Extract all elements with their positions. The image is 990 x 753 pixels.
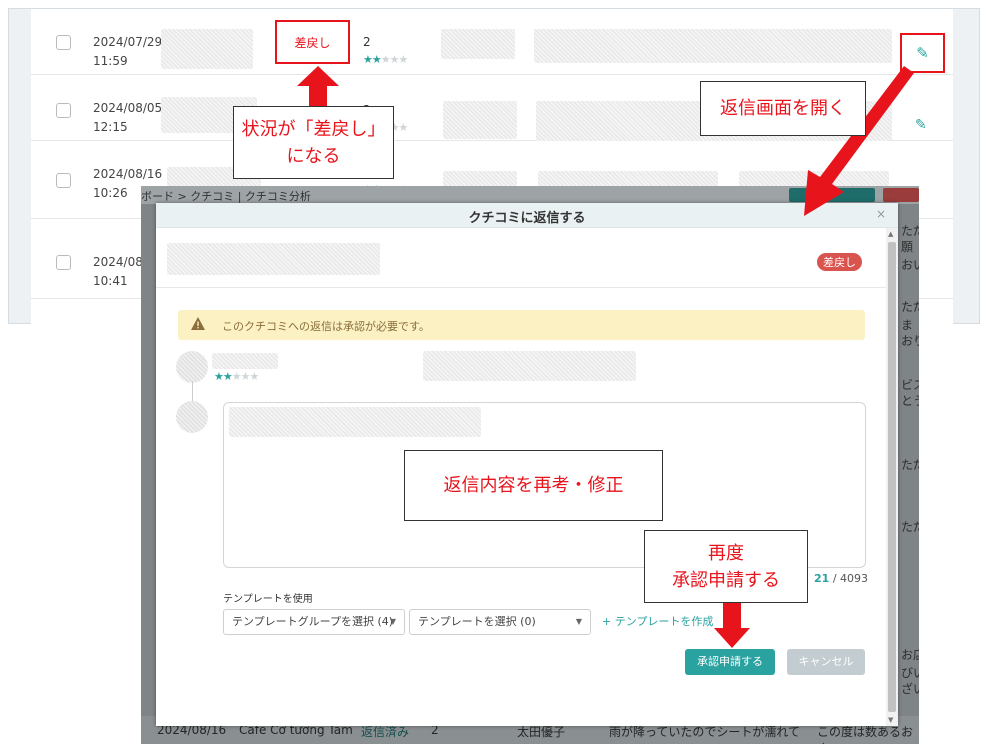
up-arrow-icon <box>297 66 339 108</box>
note-line: 承認申請する <box>672 569 780 591</box>
create-template-link[interactable]: + テンプレートを作成 <box>602 613 713 629</box>
approval-warning: このクチコミへの返信は承認が必要です。 <box>178 310 865 340</box>
row-checkbox[interactable] <box>56 173 71 188</box>
date-text: 2024/07/29 <box>93 35 163 49</box>
cancel-button[interactable]: キャンセル <box>787 649 865 675</box>
status-text: 差戻し <box>294 35 331 50</box>
bg-text: おり <box>901 334 919 348</box>
breadcrumb: ボード > クチコミ | クチコミ分析 <box>141 190 311 203</box>
bg-text: おい <box>901 258 919 272</box>
redacted-store-name <box>167 243 380 275</box>
review-date: 2024/07/29 11:59 <box>93 33 162 71</box>
redacted-comment <box>534 29 892 63</box>
date-text: 2024/08/16 <box>93 167 163 181</box>
row-checkbox[interactable] <box>56 103 71 118</box>
down-arrow-icon <box>714 600 750 648</box>
modal-title: クチコミに返信する <box>468 211 586 226</box>
store-avatar <box>176 401 208 433</box>
note-line: 返信内容を再考・修正 <box>443 475 624 496</box>
redacted-name <box>443 101 517 139</box>
scroll-thumb[interactable] <box>888 242 896 712</box>
review-date: 2024/08/05 12:15 <box>93 99 162 137</box>
counter-total: / 4093 <box>832 572 869 585</box>
redacted-name <box>441 29 515 59</box>
bg-text: ま <box>901 318 914 332</box>
template-value: テンプレートを選択 (0) <box>418 615 536 628</box>
review-date: 2024/08/ 10:41 <box>93 253 147 291</box>
bg-text: ただ <box>901 458 919 472</box>
time-text: 11:59 <box>93 54 128 68</box>
bg-text: ただ <box>901 224 919 238</box>
redacted-review-text <box>423 351 636 381</box>
warning-text: このクチコミへの返信は承認が必要です。 <box>222 320 430 333</box>
template-group-value: テンプレートグループを選択 (4) <box>232 615 394 628</box>
template-group-select[interactable]: テンプレートグループを選択 (4) ▼ <box>223 609 405 635</box>
modal-scrollbar[interactable]: ▲ ▼ <box>886 228 898 726</box>
row-checkbox[interactable] <box>56 35 71 50</box>
bg-text: 願 <box>901 240 914 254</box>
review-stars: ★★★★★ <box>214 370 259 383</box>
edit-reply-note: 返信内容を再考・修正 <box>404 450 663 521</box>
status-note: 状況が「差戻し」 になる <box>233 106 394 179</box>
bg-text: ざい <box>901 682 919 696</box>
scroll-up-icon[interactable]: ▲ <box>888 230 893 238</box>
time-text: 10:41 <box>93 274 128 288</box>
redacted-reviewer-name <box>212 353 278 369</box>
redacted-reply-text <box>229 407 481 437</box>
bg-text: ただ <box>901 300 919 314</box>
submit-approval-button[interactable]: 承認申請する <box>685 649 775 675</box>
modal-header: クチコミに返信する × <box>156 203 898 228</box>
bg-reply: この度は数あるお店 <box>817 725 914 744</box>
thread-line <box>192 381 193 403</box>
note-line: 返信画面を開く <box>720 98 846 119</box>
template-label: テンプレートを使用 <box>223 594 313 605</box>
date-text: 2024/08/ <box>93 255 147 269</box>
edit-pencil-icon[interactable]: ✎ <box>915 117 927 133</box>
template-select[interactable]: テンプレートを選択 (0) ▼ <box>409 609 591 635</box>
status-badge-highlight: 差戻し <box>275 20 350 64</box>
redacted-store <box>161 29 253 69</box>
date-text: 2024/08/05 <box>93 101 163 115</box>
rating-number: 2 <box>363 35 371 49</box>
scroll-down-icon[interactable]: ▼ <box>888 716 893 724</box>
bg-text: とう <box>901 394 919 408</box>
note-line: 状況が「差戻し」 <box>241 118 386 140</box>
row-checkbox[interactable] <box>56 255 71 270</box>
bg-text: びい <box>901 666 919 680</box>
bg-text: ただ <box>901 520 919 534</box>
status-badge: 差戻し <box>817 253 862 271</box>
bg-text: ビス <box>901 378 919 392</box>
note-line: になる <box>286 145 341 167</box>
divider <box>156 287 886 288</box>
note-line: 再度 <box>708 542 744 564</box>
reviewer-avatar <box>176 351 208 383</box>
rating-stars: ★★★★★ <box>363 53 408 66</box>
counter-current: 21 <box>814 572 830 585</box>
open-reply-note: 返信画面を開く <box>700 81 866 136</box>
edit-pencil-icon[interactable]: ✎ <box>916 44 929 62</box>
bg-text: お店 <box>901 648 919 662</box>
chevron-down-icon: ▼ <box>575 617 582 626</box>
resubmit-note: 再度 承認申請する <box>644 530 808 603</box>
character-counter: 21 / 4093 <box>814 572 868 585</box>
warning-icon <box>191 317 205 330</box>
chevron-down-icon: ▼ <box>389 617 396 626</box>
time-text: 12:15 <box>93 120 128 134</box>
